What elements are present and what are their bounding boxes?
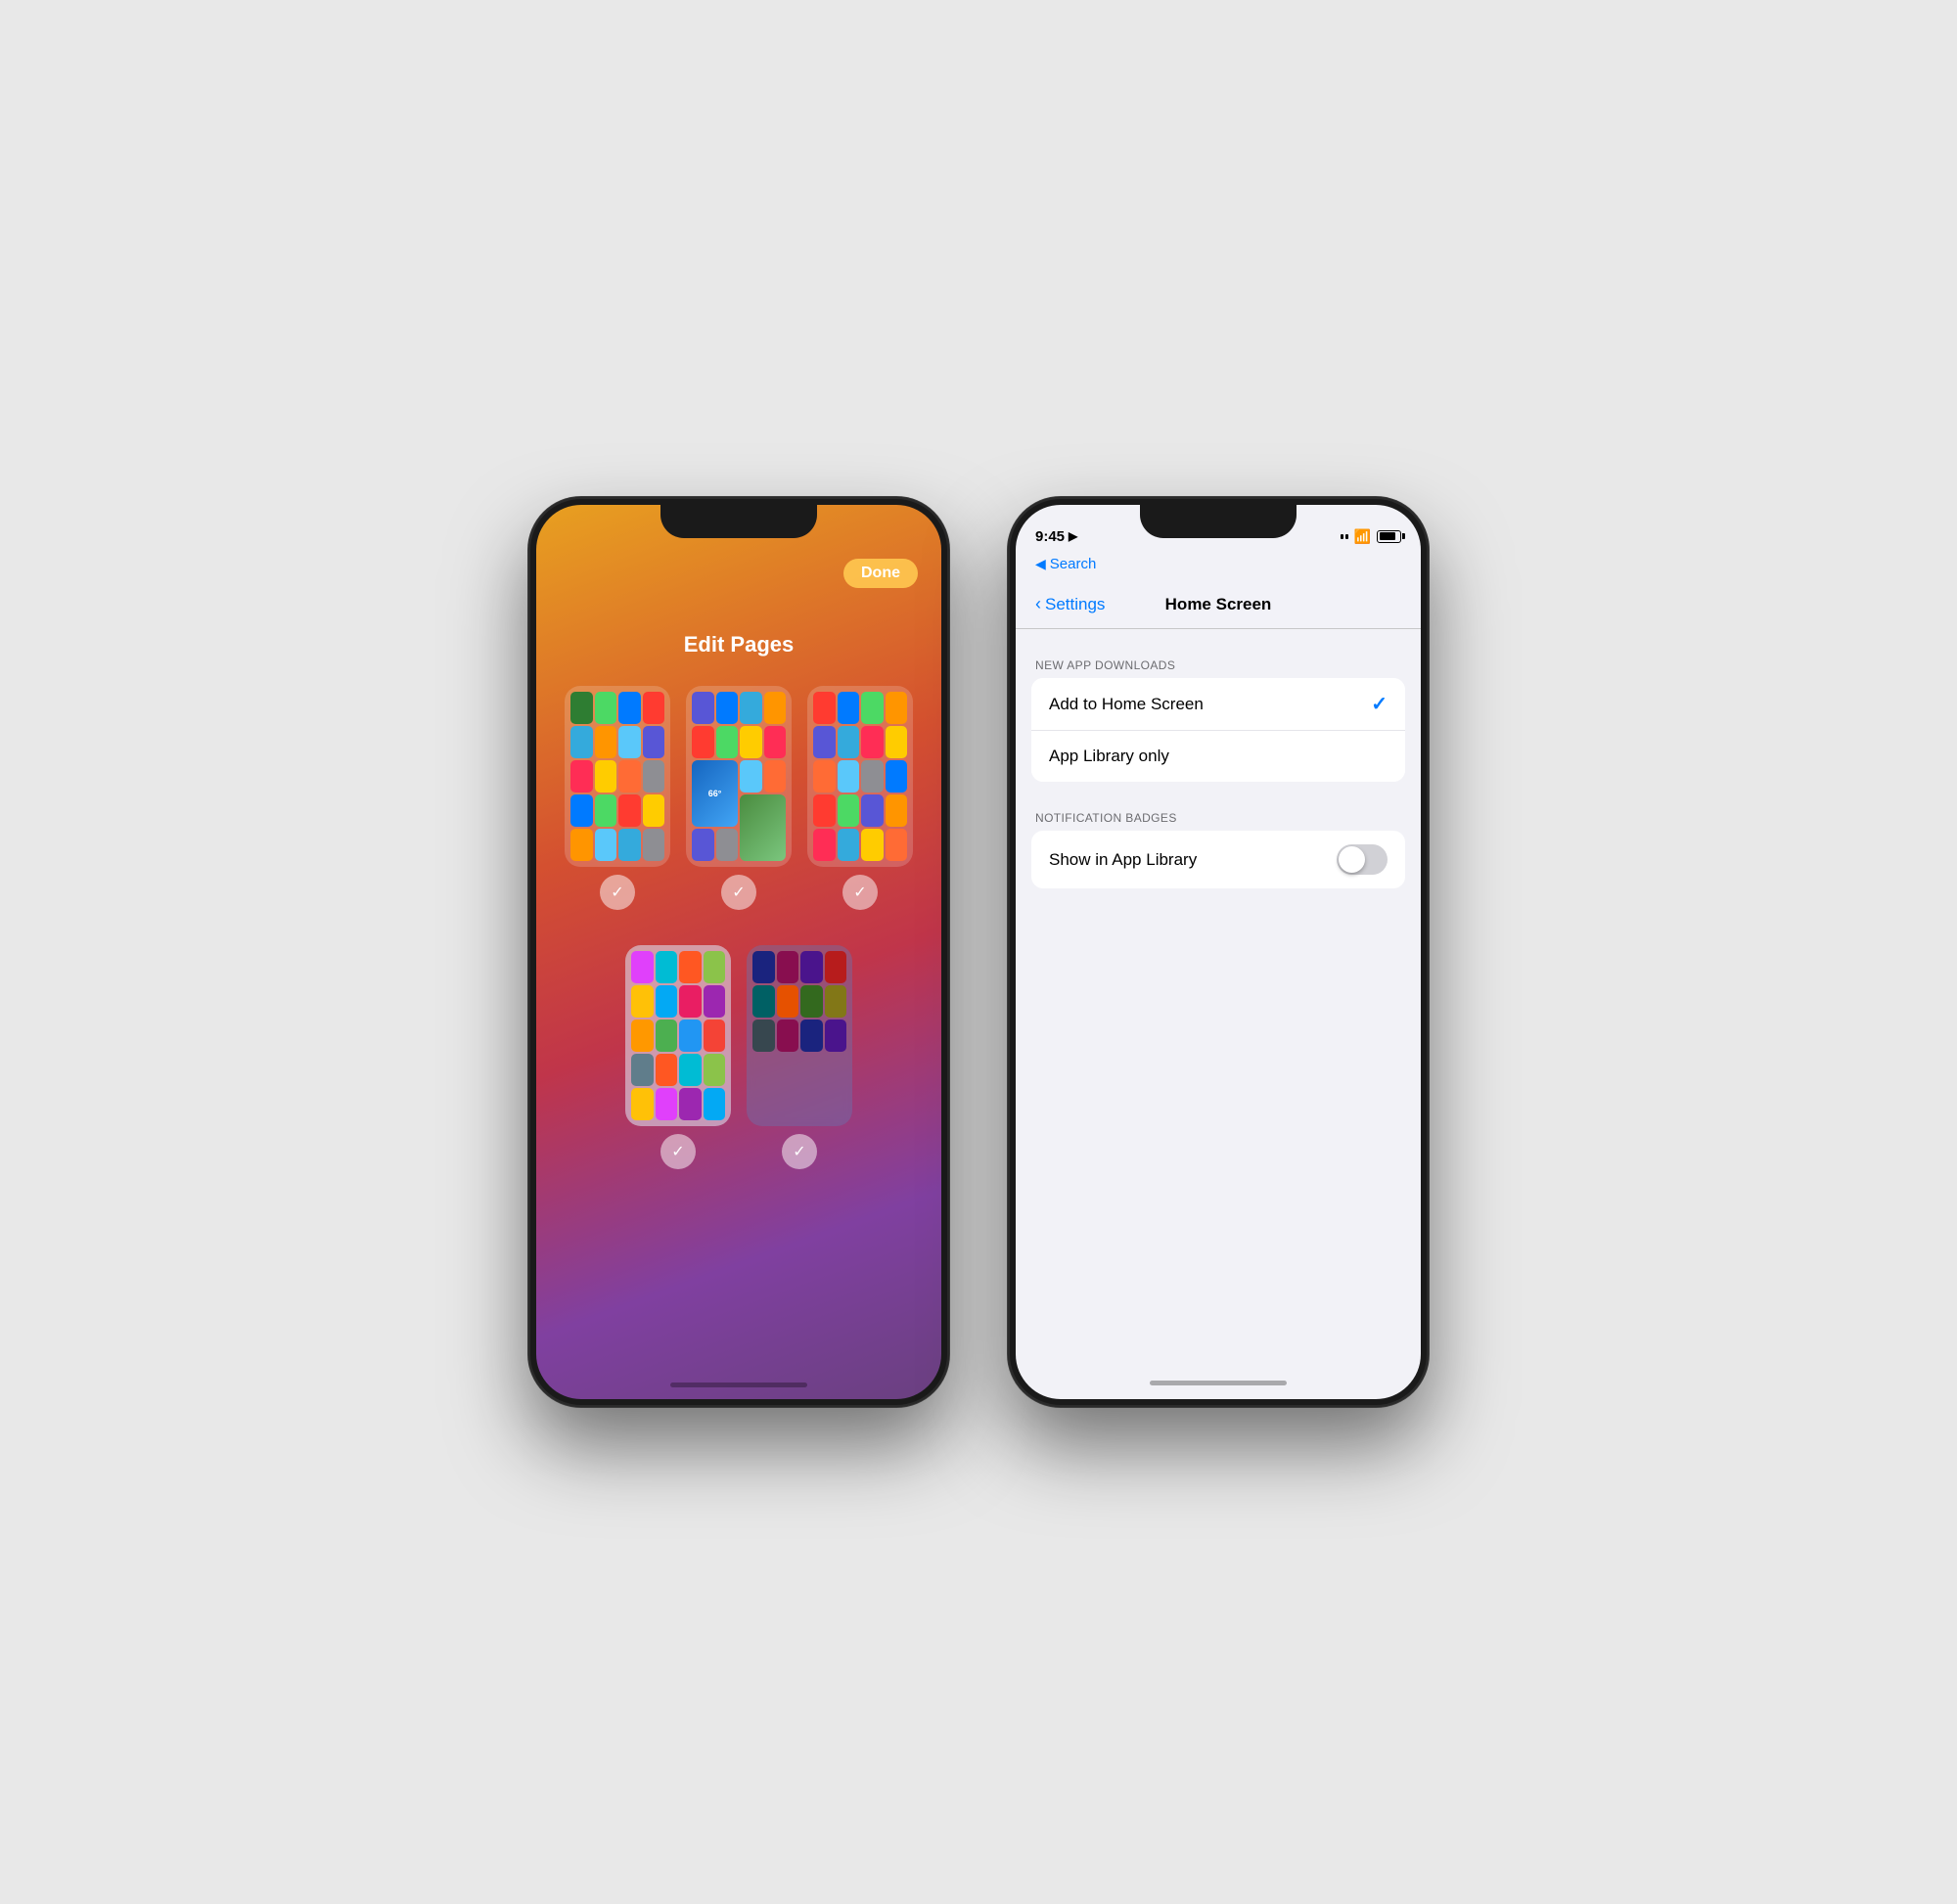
search-back-bar: ◀ Search: [1016, 554, 1421, 580]
page-3-check[interactable]: ✓: [842, 875, 878, 910]
show-in-app-library-label: Show in App Library: [1049, 850, 1197, 870]
pages-row-2: ✓: [625, 945, 852, 1126]
back-chevron-icon: ‹: [1035, 594, 1041, 614]
signal-icon: [1341, 534, 1348, 539]
location-arrow-icon: ▶: [1069, 529, 1077, 543]
page-thumb-1[interactable]: ✓: [565, 686, 670, 867]
add-to-home-screen-row[interactable]: Add to Home Screen ✓: [1031, 678, 1405, 731]
done-button[interactable]: Done: [843, 559, 918, 588]
back-button[interactable]: ‹ Settings: [1035, 594, 1105, 614]
battery-icon: [1377, 530, 1401, 543]
phone-right-screen: 9:45 ▶ 📶: [1016, 505, 1421, 1399]
phone-left-screen: Done Edit Pages: [536, 505, 941, 1399]
toggle-knob: [1339, 846, 1365, 873]
nav-title: Home Screen: [1165, 595, 1272, 614]
status-time: 9:45 ▶: [1035, 528, 1077, 545]
notch-left: [660, 505, 817, 538]
search-back-label[interactable]: Search: [1050, 556, 1097, 572]
app-library-only-row[interactable]: App Library only: [1031, 731, 1405, 782]
page-5-check[interactable]: ✓: [782, 1134, 817, 1169]
app-library-only-label: App Library only: [1049, 747, 1169, 766]
phone-right: 9:45 ▶ 📶: [1008, 497, 1429, 1407]
notch-right: [1140, 505, 1297, 538]
home-indicator-left: [536, 1383, 941, 1387]
page-1-thumbnail: [565, 686, 670, 867]
pages-grid: ✓: [536, 686, 941, 1126]
show-in-app-library-row: Show in App Library: [1031, 831, 1405, 888]
add-to-home-screen-label: Add to Home Screen: [1049, 695, 1204, 714]
status-icons: 📶: [1341, 528, 1401, 545]
page-thumb-4[interactable]: ✓: [625, 945, 731, 1126]
show-in-app-library-toggle[interactable]: [1337, 844, 1388, 875]
page-3-thumbnail: [807, 686, 913, 867]
edit-pages-screen: Done Edit Pages: [536, 505, 941, 1399]
notification-badges-group: Show in App Library: [1031, 831, 1405, 888]
new-app-downloads-section: NEW APP DOWNLOADS Add to Home Screen ✓ A…: [1016, 658, 1421, 782]
add-to-home-checkmark: ✓: [1371, 692, 1388, 716]
new-app-downloads-header: NEW APP DOWNLOADS: [1016, 658, 1421, 678]
back-label: Settings: [1045, 595, 1105, 614]
settings-content: NEW APP DOWNLOADS Add to Home Screen ✓ A…: [1016, 629, 1421, 1366]
page-4-check[interactable]: ✓: [660, 1134, 696, 1169]
phone-left: Done Edit Pages: [528, 497, 949, 1407]
notification-badges-header: NOTIFICATION BADGES: [1016, 811, 1421, 831]
home-indicator-right: [1016, 1366, 1421, 1399]
navigation-bar: ‹ Settings Home Screen: [1016, 580, 1421, 629]
notification-badges-section: NOTIFICATION BADGES Show in App Library: [1016, 811, 1421, 888]
pages-row-1: ✓: [565, 686, 913, 867]
page-1-check[interactable]: ✓: [600, 875, 635, 910]
home-bar: [1150, 1381, 1287, 1385]
new-app-downloads-group: Add to Home Screen ✓ App Library only: [1031, 678, 1405, 782]
page-2-check[interactable]: ✓: [721, 875, 756, 910]
page-thumb-2[interactable]: 66° ✓: [686, 686, 792, 867]
page-4-thumbnail: [625, 945, 731, 1126]
page-thumb-5[interactable]: ✓: [747, 945, 852, 1126]
page-5-thumbnail: [747, 945, 852, 1126]
page-thumb-3[interactable]: ✓: [807, 686, 913, 867]
settings-screen: 9:45 ▶ 📶: [1016, 505, 1421, 1399]
page-title: Edit Pages: [684, 632, 794, 657]
page-2-thumbnail: 66°: [686, 686, 792, 867]
wifi-icon: 📶: [1354, 528, 1371, 545]
